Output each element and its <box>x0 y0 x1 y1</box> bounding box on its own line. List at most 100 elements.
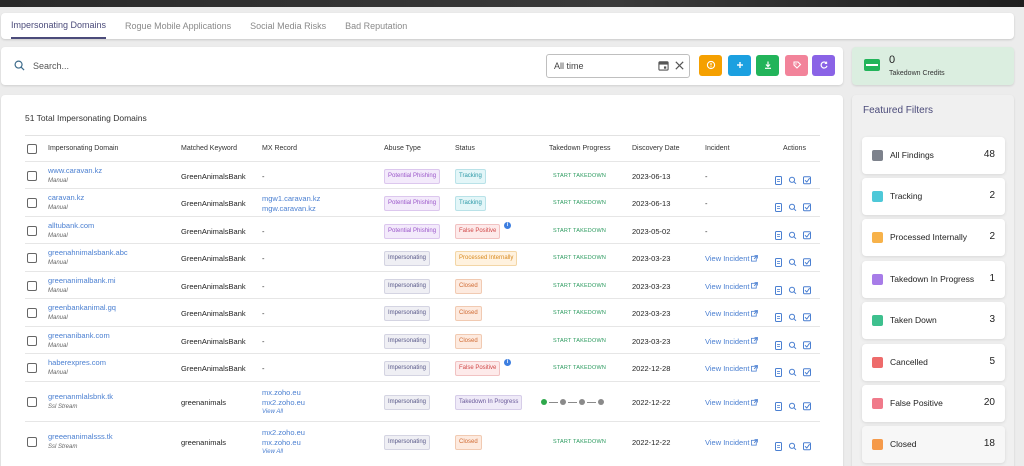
domain-link[interactable]: greenanibank.com <box>48 331 110 340</box>
info-icon[interactable]: i <box>504 359 511 366</box>
search-input[interactable] <box>33 59 333 73</box>
status-badge[interactable]: False Positive <box>455 361 501 376</box>
row-checkbox[interactable] <box>27 170 37 181</box>
date-range-picker[interactable]: All time <box>546 54 690 78</box>
external-link-icon <box>751 364 759 374</box>
view-incident-link[interactable]: View Incident <box>705 364 759 374</box>
info-icon[interactable]: i <box>504 221 511 229</box>
row-checkbox[interactable] <box>27 363 37 373</box>
row-actions[interactable] <box>775 227 811 245</box>
row-actions[interactable] <box>775 172 811 190</box>
add-button[interactable] <box>728 55 751 76</box>
select-all-checkbox[interactable] <box>27 144 37 154</box>
row-actions[interactable] <box>775 282 811 300</box>
start-takedown-button[interactable]: START TAKEDOWN <box>553 439 606 445</box>
row-actions[interactable] <box>775 309 811 327</box>
table-row[interactable]: haberexpres.com Manual GreenAnimalsBank - Im… <box>25 353 820 381</box>
status-badge[interactable]: Processed Internally <box>455 251 518 266</box>
table-row[interactable]: greeenanimalsss.tk Ssl Stream greenanimals… <box>25 421 820 461</box>
clear-icon[interactable] <box>674 60 685 71</box>
start-takedown-button[interactable]: START TAKEDOWN <box>553 255 606 261</box>
domain-link[interactable]: greenbankanimal.gq <box>48 303 116 312</box>
table-row[interactable]: greenahnimalsbank.abc Manual GreenAnimalsB… <box>25 243 820 271</box>
row-checkbox[interactable] <box>27 280 37 291</box>
status-badge[interactable]: Closed <box>455 278 482 294</box>
tab-0[interactable]: Impersonating Domains <box>11 13 107 39</box>
table-row[interactable]: www.caravan.kz Manual GreenAnimalsBank - Pot… <box>25 161 820 188</box>
filter-card[interactable]: Takedown In Progress 1 <box>862 261 1005 298</box>
download-button[interactable] <box>756 55 779 76</box>
filter-card[interactable]: All Findings 48 <box>862 137 1005 174</box>
view-incident-link[interactable]: View Incident <box>705 398 759 408</box>
filter-card[interactable]: Taken Down 3 <box>862 302 1005 339</box>
filter-card[interactable]: Tracking 2 <box>862 178 1005 215</box>
start-takedown-button[interactable]: START TAKEDOWN <box>553 173 606 179</box>
row-actions[interactable] <box>775 254 811 272</box>
row-checkbox[interactable] <box>27 198 37 208</box>
mx-view-all-link[interactable]: View All <box>262 409 283 415</box>
table-row[interactable]: caravan.kz Manual GreenAnimalsBank mgw1.car… <box>25 188 820 216</box>
refresh-button[interactable] <box>812 55 835 76</box>
status-badge[interactable]: Tracking <box>455 196 486 211</box>
mx-record[interactable]: mgw.caravan.kz <box>262 204 316 213</box>
domain-link[interactable]: greenahnimalsbank.abc <box>48 248 128 257</box>
tab-1[interactable]: Rogue Mobile Applications <box>125 13 231 39</box>
mx-record[interactable]: mx2.zoho.eu <box>262 428 305 437</box>
view-incident-link[interactable]: View Incident <box>705 438 759 448</box>
table-row[interactable]: alltubank.com Manual GreenAnimalsBank - Pote… <box>25 216 820 243</box>
filter-card[interactable]: Cancelled 5 <box>862 344 1005 381</box>
row-checkbox[interactable] <box>27 397 37 407</box>
tag-button[interactable] <box>785 55 808 76</box>
start-takedown-button[interactable]: START TAKEDOWN <box>553 365 606 371</box>
row-checkbox[interactable] <box>27 225 37 236</box>
domain-link[interactable]: alltubank.com <box>48 221 94 230</box>
row-actions[interactable] <box>775 364 811 382</box>
status-badge[interactable]: Tracking <box>455 168 486 184</box>
filter-card[interactable]: Closed 18 <box>862 426 1005 463</box>
start-takedown-button[interactable]: START TAKEDOWN <box>553 283 606 289</box>
table-row[interactable]: greenbankanimal.gq Manual GreenAnimalsBank… <box>25 298 820 326</box>
filter-card[interactable]: Processed Internally 2 <box>862 219 1005 256</box>
domain-link[interactable]: greeenanimalsss.tk <box>48 432 113 441</box>
status-badge[interactable]: False Positive <box>455 223 501 239</box>
mx-record[interactable]: mx.zoho.eu <box>262 388 301 397</box>
domain-link[interactable]: www.caravan.kz <box>48 166 102 175</box>
table-row[interactable]: greenanibank.com Manual GreenAnimalsBank - I… <box>25 326 820 353</box>
domain-link[interactable]: caravan.kz <box>48 193 84 202</box>
matched-keyword: GreenAnimalsBank <box>181 309 246 318</box>
row-checkbox[interactable] <box>27 437 37 447</box>
view-incident-link[interactable]: View Incident <box>705 309 759 319</box>
calendar-icon[interactable] <box>658 60 669 71</box>
status-badge[interactable]: Closed <box>455 435 482 450</box>
row-checkbox[interactable] <box>27 308 37 318</box>
row-actions[interactable] <box>775 398 811 416</box>
view-incident-link[interactable]: View Incident <box>705 282 759 292</box>
status-badge[interactable]: Closed <box>455 306 482 321</box>
row-actions[interactable] <box>775 438 811 456</box>
status-badge[interactable]: Takedown In Progress <box>455 395 523 410</box>
tab-3[interactable]: Bad Reputation <box>345 13 407 39</box>
mx-record[interactable]: mgw1.caravan.kz <box>262 194 320 203</box>
domain-link[interactable]: greenanimalbank.mi <box>48 276 116 285</box>
table-row[interactable]: greenanimalbank.mi Manual GreenAnimalsBank… <box>25 271 820 298</box>
view-incident-link[interactable]: View Incident <box>705 254 759 264</box>
start-takedown-button[interactable]: START TAKEDOWN <box>553 338 606 344</box>
domain-link[interactable]: greenanmlalsbnk.tk <box>48 392 113 401</box>
row-checkbox[interactable] <box>27 335 37 346</box>
row-checkbox[interactable] <box>27 253 37 263</box>
view-incident-link[interactable]: View Incident <box>705 337 759 347</box>
start-takedown-button[interactable]: START TAKEDOWN <box>553 310 606 316</box>
filter-card[interactable]: False Positive 20 <box>862 385 1005 422</box>
row-actions[interactable] <box>775 199 811 217</box>
row-actions[interactable] <box>775 337 811 355</box>
mx-record[interactable]: mx2.zoho.eu <box>262 398 305 407</box>
status-badge[interactable]: Closed <box>455 333 482 349</box>
table-row[interactable]: greenanmlalsbnk.tk Ssl Stream greenanimals… <box>25 381 820 421</box>
domain-link[interactable]: haberexpres.com <box>48 358 106 367</box>
mx-record[interactable]: mx.zoho.eu <box>262 438 301 447</box>
start-takedown-button[interactable]: START TAKEDOWN <box>553 200 606 206</box>
mx-view-all-link[interactable]: View All <box>262 449 283 455</box>
alert-button[interactable] <box>699 55 722 76</box>
start-takedown-button[interactable]: START TAKEDOWN <box>553 228 606 234</box>
tab-2[interactable]: Social Media Risks <box>250 13 326 39</box>
